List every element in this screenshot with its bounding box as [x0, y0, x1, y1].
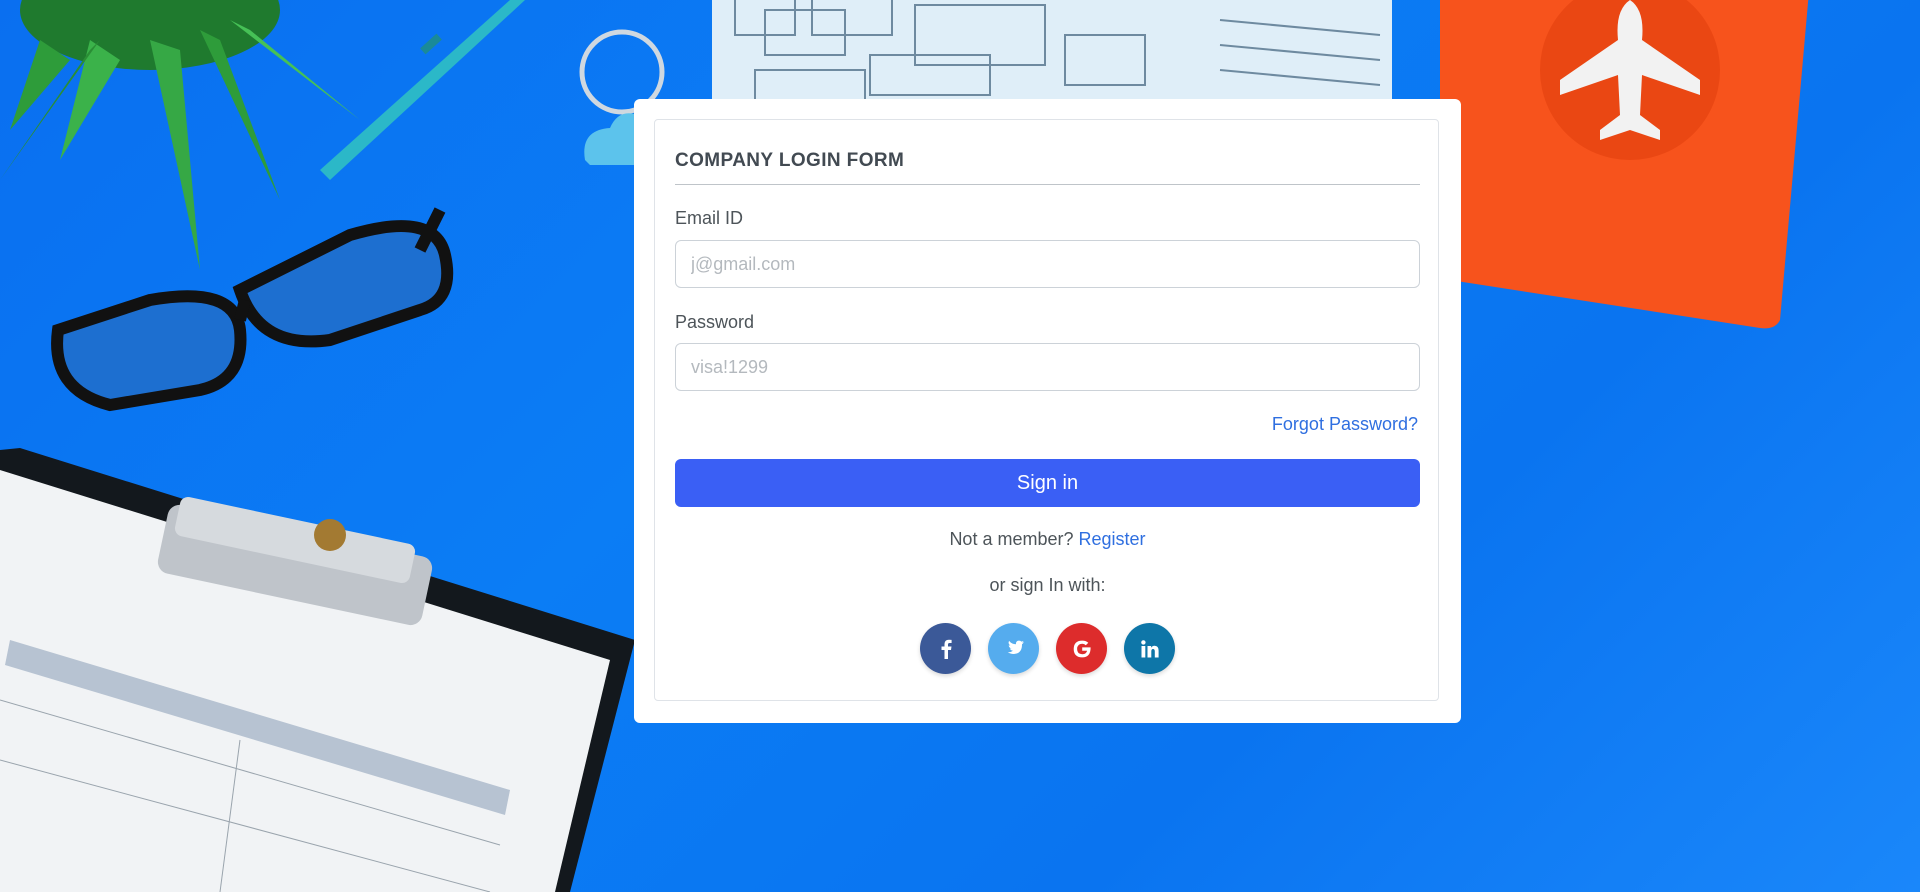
- facebook-icon: [941, 639, 952, 659]
- google-button[interactable]: [1056, 623, 1107, 674]
- linkedin-button[interactable]: [1124, 623, 1175, 674]
- form-title: COMPANY LOGIN FORM: [675, 150, 905, 171]
- title-divider: [675, 184, 1420, 185]
- email-label: Email ID: [675, 208, 744, 228]
- login-form: COMPANY LOGIN FORM Email ID Password For…: [654, 119, 1439, 701]
- not-member-text: Not a member?: [949, 529, 1074, 549]
- ticket-decoration: [712, 0, 1392, 101]
- plant-decoration: [0, 0, 360, 270]
- social-login-buttons: [655, 623, 1440, 674]
- password-input[interactable]: [675, 343, 1420, 391]
- register-prompt: Not a member? Register: [655, 529, 1440, 550]
- forgot-password-link[interactable]: Forgot Password?: [1272, 414, 1418, 435]
- eyeglasses-decoration: [51, 207, 454, 412]
- passport-decoration: [1440, 0, 1809, 329]
- register-link[interactable]: Register: [1079, 529, 1146, 549]
- social-signin-text: or sign In with:: [989, 575, 1106, 595]
- pen-decoration: [320, 0, 525, 180]
- linkedin-icon: [1140, 639, 1159, 657]
- password-label: Password: [675, 312, 755, 332]
- clipboard-decoration: [0, 448, 635, 892]
- twitter-icon: [1007, 640, 1024, 654]
- login-card: COMPANY LOGIN FORM Email ID Password For…: [634, 99, 1461, 723]
- login-page: COMPANY LOGIN FORM Email ID Password For…: [0, 0, 1920, 892]
- google-icon: [1073, 640, 1091, 657]
- twitter-button[interactable]: [988, 623, 1039, 674]
- sign-in-button[interactable]: Sign in: [675, 459, 1420, 507]
- email-input[interactable]: [675, 240, 1420, 288]
- facebook-button[interactable]: [920, 623, 971, 674]
